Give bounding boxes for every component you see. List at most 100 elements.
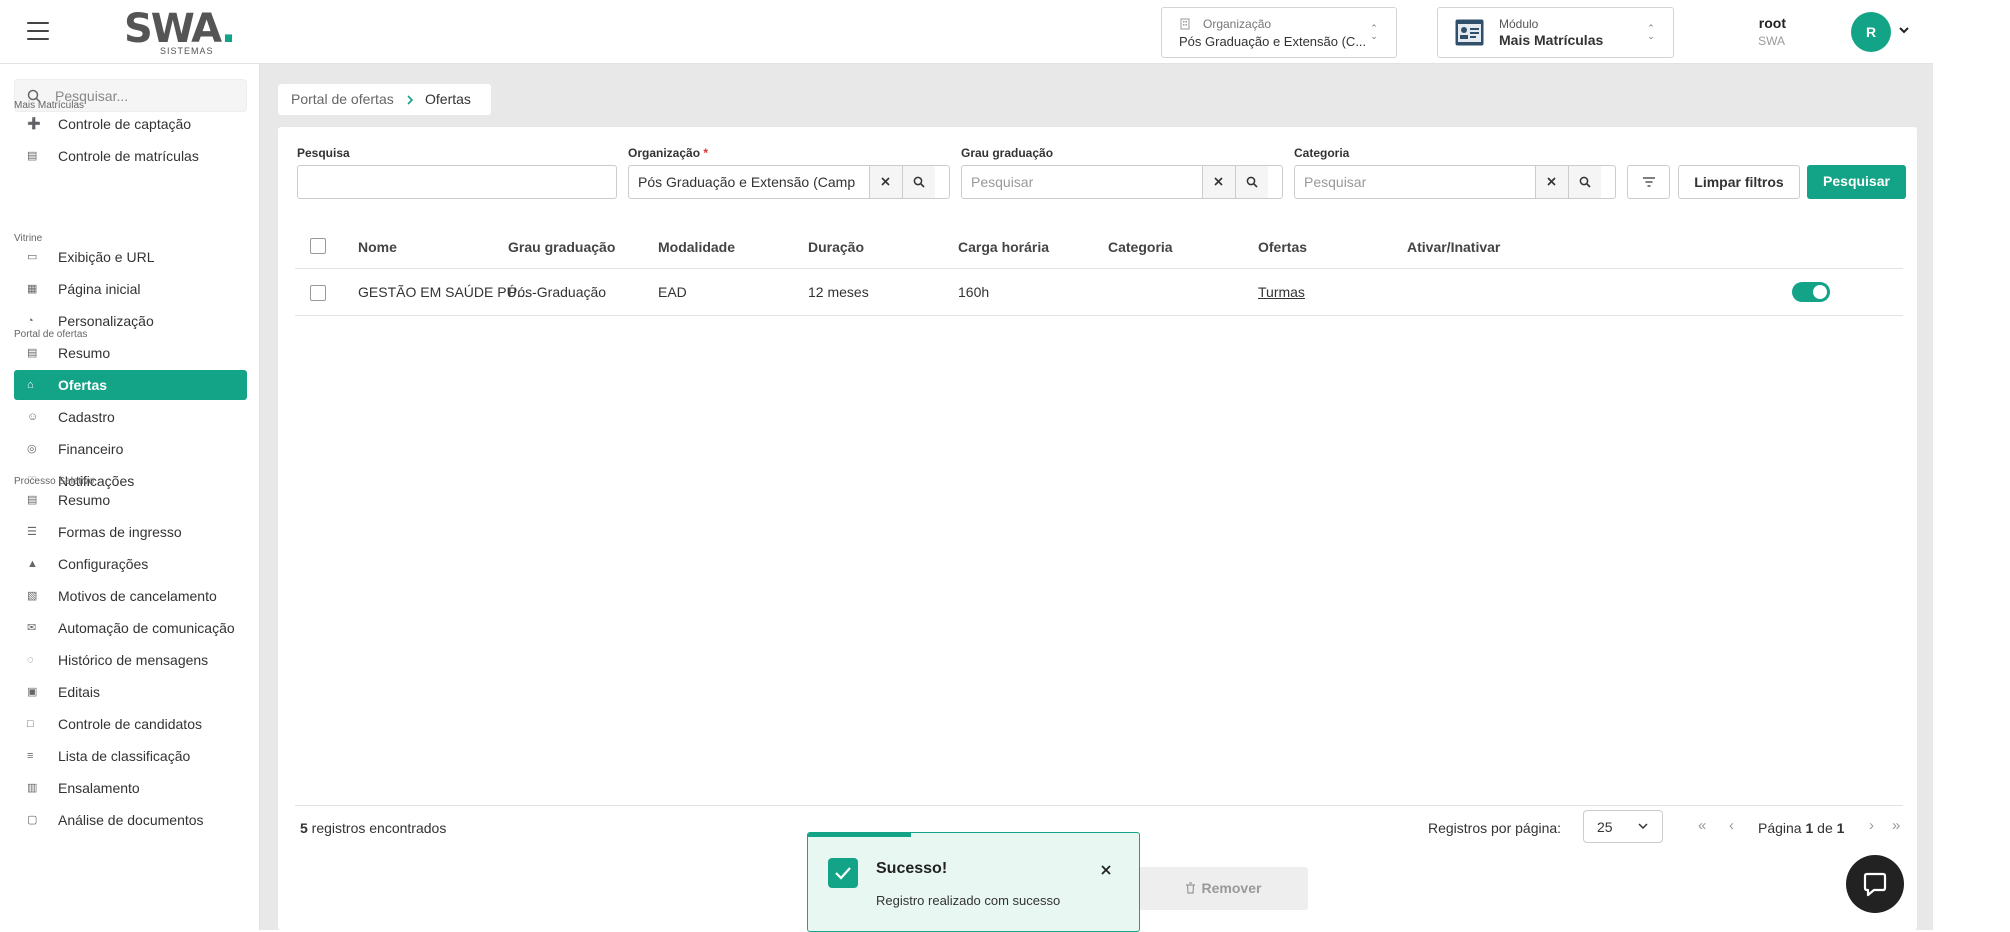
per-page-value: 25	[1597, 819, 1613, 835]
row-checkbox[interactable]	[310, 285, 326, 301]
cell-modalidade: EAD	[658, 284, 687, 300]
coin-icon: ◎	[27, 443, 37, 455]
column-header[interactable]: Categoria	[1108, 239, 1173, 255]
sidebar-item-automacao-de-comunicacao[interactable]: ✉ Automação de comunicação	[14, 613, 247, 643]
top-bar: SWA. SISTEMAS Organização Pós Graduação …	[0, 0, 1933, 64]
sidebar-item-label: Resumo	[58, 492, 111, 508]
page-total: 1	[1836, 820, 1845, 836]
org-filter-input[interactable]: Pós Graduação e Extensão (Camp	[628, 165, 950, 199]
clear-filters-button[interactable]: Limpar filtros	[1678, 165, 1800, 199]
browser-icon: ▭	[27, 251, 38, 263]
sidebar-item-historico-de-mensagens[interactable]: ◌ Histórico de mensagens	[14, 645, 247, 675]
user-menu[interactable]: root SWA R	[1758, 12, 1909, 52]
search-filter-input[interactable]	[297, 165, 617, 199]
prev-page-icon[interactable]: ‹	[1729, 817, 1734, 834]
logo[interactable]: SWA. SISTEMAS	[124, 8, 236, 58]
sidebar-item-analise-de-documentos[interactable]: ▢ Análise de documentos	[14, 805, 247, 835]
updown-icon: ⌃ ⌄	[1647, 23, 1655, 41]
sidebar-item-label: Análise de documentos	[58, 812, 204, 828]
sidebar-item-formas-de-ingresso[interactable]: ☰ Formas de ingresso	[14, 517, 247, 547]
categoria-filter-input[interactable]: Pesquisar	[1294, 165, 1616, 199]
column-header[interactable]: Ativar/Inativar	[1407, 239, 1500, 255]
sidebar: Mais Matrículas➕Controle de captação▤Con…	[0, 64, 260, 930]
search-icon	[913, 176, 925, 188]
grau-clear-button[interactable]	[1202, 166, 1235, 198]
organization-label: Organização	[1203, 17, 1272, 31]
module-selector[interactable]: Módulo Mais Matrículas ⌃ ⌄	[1437, 7, 1674, 58]
sidebar-item-label: Formas de ingresso	[58, 524, 182, 540]
remove-button[interactable]: Remover	[1138, 867, 1308, 910]
sidebar-item-resumo[interactable]: ▤ Resumo	[14, 338, 247, 368]
document-icon: □	[27, 718, 34, 730]
sidebar-item-ofertas[interactable]: ⌂ Ofertas	[14, 370, 247, 400]
building-icon	[1180, 18, 1190, 30]
org-search-button[interactable]	[902, 166, 935, 198]
organization-selector[interactable]: Organização Pós Graduação e Extensão (C.…	[1161, 7, 1397, 58]
sidebar-item-controle-de-matriculas[interactable]: ▤ Controle de matrículas	[14, 141, 247, 171]
sidebar-item-label: Página inicial	[58, 281, 141, 297]
palette-icon: ◔	[27, 315, 34, 327]
first-page-icon[interactable]: «	[1698, 817, 1706, 834]
sidebar-item-label: Histórico de mensagens	[58, 652, 209, 668]
table-footer-divider	[295, 805, 1903, 806]
grau-filter-input[interactable]: Pesquisar	[961, 165, 1283, 199]
sidebar-item-label: Automação de comunicação	[58, 620, 235, 636]
sidebar-item-label: Exibição e URL	[58, 249, 155, 265]
per-page-select[interactable]: 25	[1583, 810, 1663, 843]
updown-icon: ⌃ ⌄	[1370, 23, 1378, 41]
table-header: Nome Grau graduação Modalidade Duração C…	[295, 225, 1903, 269]
menu-icon[interactable]	[27, 22, 49, 40]
column-header[interactable]: Duração	[808, 239, 864, 255]
sidebar-item-lista-de-classificacao[interactable]: ≡ Lista de classificação	[14, 741, 247, 771]
avatar[interactable]: R	[1851, 12, 1891, 52]
user-org: SWA	[1758, 34, 1785, 48]
chevron-right-icon	[407, 95, 414, 105]
org-clear-button[interactable]	[869, 166, 902, 198]
sidebar-item-editais[interactable]: ▣ Editais	[14, 677, 247, 707]
sidebar-item-configuracoes[interactable]: ▲ Configurações	[14, 549, 247, 579]
sidebar-item-controle-de-captacao[interactable]: ➕ Controle de captação	[14, 109, 247, 139]
grau-search-button[interactable]	[1235, 166, 1268, 198]
sidebar-item-financeiro[interactable]: ◎ Financeiro	[14, 434, 247, 464]
sidebar-item-pagina-inicial[interactable]: ▦ Página inicial	[14, 274, 247, 304]
breadcrumb-current: Ofertas	[425, 91, 471, 107]
sidebar-item-label: Controle de candidatos	[58, 716, 202, 732]
column-header[interactable]: Ofertas	[1258, 239, 1307, 255]
sidebar-item-label: Configurações	[58, 556, 149, 572]
ranking-icon: ≡	[27, 750, 34, 762]
breadcrumb-parent[interactable]: Portal de ofertas	[291, 91, 394, 107]
column-header[interactable]: Grau graduação	[508, 239, 615, 255]
search-button[interactable]: Pesquisar	[1807, 165, 1906, 199]
sidebar-item-controle-de-candidatos[interactable]: □ Controle de candidatos	[14, 709, 247, 739]
turmas-link[interactable]: Turmas	[1258, 284, 1305, 300]
org-filter-label-text: Organização	[628, 146, 701, 160]
advanced-filter-button[interactable]	[1627, 165, 1670, 199]
summary-icon: ▤	[27, 494, 38, 506]
toast-progress-bar	[808, 833, 911, 837]
chat-button[interactable]	[1846, 855, 1904, 913]
active-toggle[interactable]	[1792, 282, 1830, 302]
organization-value: Pós Graduação e Extensão (C...	[1179, 34, 1367, 49]
sidebar-item-exibicao-e-url[interactable]: ▭ Exibição e URL	[14, 242, 247, 272]
sidebar-item-motivos-de-cancelamento[interactable]: ▧ Motivos de cancelamento	[14, 581, 247, 611]
column-header[interactable]: Nome	[358, 239, 397, 255]
sidebar-item-label: Ensalamento	[58, 780, 140, 796]
close-icon[interactable]	[1099, 863, 1113, 877]
last-page-icon[interactable]: »	[1892, 817, 1900, 834]
select-all-checkbox[interactable]	[310, 238, 326, 254]
column-header[interactable]: Carga horária	[958, 239, 1049, 255]
categoria-search-button[interactable]	[1568, 166, 1601, 198]
chevron-down-icon[interactable]	[1897, 23, 1911, 37]
column-header[interactable]: Modalidade	[658, 239, 735, 255]
table-row[interactable]: GESTÃO EM SAÚDE PÚ... Pós-Graduação EAD …	[295, 269, 1903, 316]
sidebar-item-ensalamento[interactable]: ▥ Ensalamento	[14, 773, 247, 803]
grau-filter-placeholder: Pesquisar	[971, 174, 1034, 190]
check-icon	[828, 858, 858, 888]
sidebar-item-cadastro[interactable]: ☺ Cadastro	[14, 402, 247, 432]
grau-filter-label: Grau graduação	[961, 146, 1054, 160]
document-x-icon: ▧	[27, 590, 38, 602]
sidebar-item-resumo[interactable]: ▤ Resumo	[14, 485, 247, 515]
categoria-clear-button[interactable]	[1535, 166, 1568, 198]
user-edit-icon: ☺	[27, 411, 39, 423]
next-page-icon[interactable]: ›	[1869, 817, 1874, 834]
